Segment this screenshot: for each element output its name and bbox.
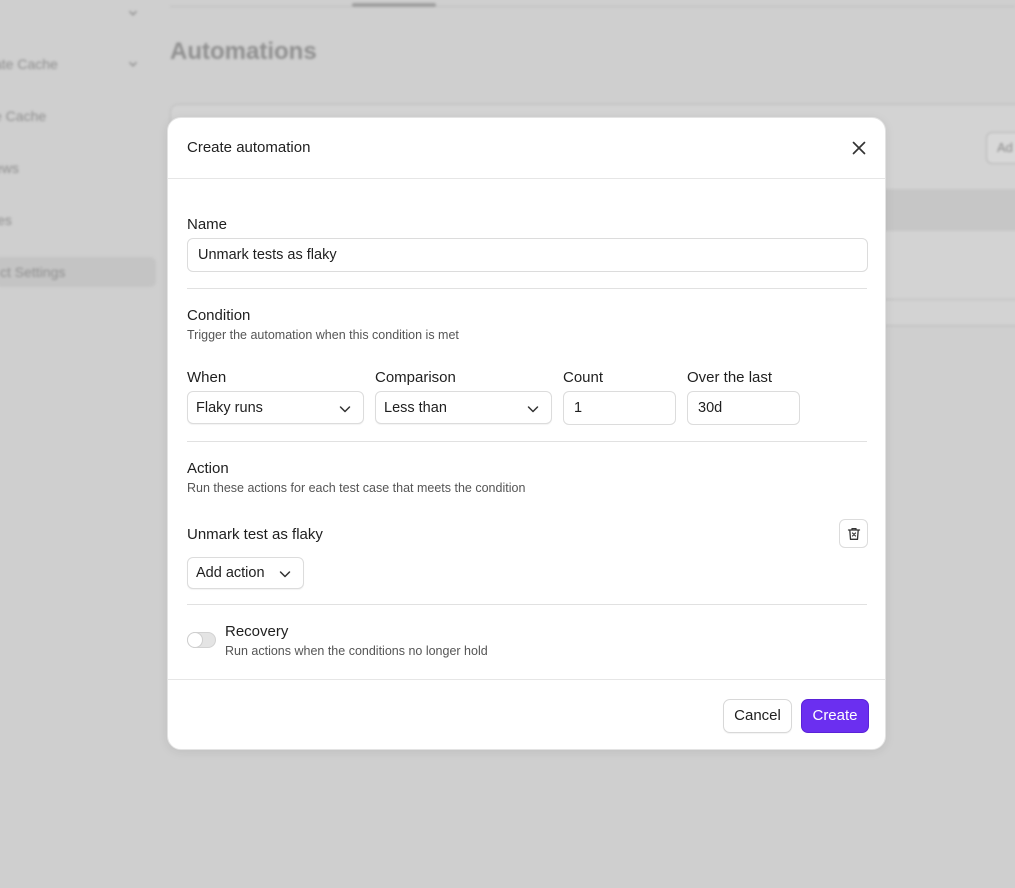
recovery-toggle[interactable] bbox=[187, 632, 216, 648]
dialog-title: Create automation bbox=[187, 139, 311, 156]
name-input[interactable] bbox=[187, 238, 868, 272]
action-description: Run these actions for each test case tha… bbox=[187, 481, 526, 495]
over-the-last-input[interactable] bbox=[687, 391, 800, 425]
sidebar-item-previews[interactable]: ews bbox=[0, 153, 19, 183]
divider bbox=[187, 288, 867, 289]
add-action-label: Add action bbox=[196, 565, 265, 581]
delete-action-button[interactable] bbox=[839, 519, 868, 548]
chevron-down-icon bbox=[277, 566, 293, 582]
divider bbox=[170, 6, 1015, 7]
name-label: Name bbox=[187, 216, 228, 233]
comparison-select[interactable]: Less than bbox=[375, 391, 552, 424]
condition-heading: Condition bbox=[187, 307, 251, 324]
active-tab-indicator bbox=[352, 3, 436, 7]
add-action-dropdown[interactable]: Add action bbox=[187, 557, 304, 589]
chevron-down-icon bbox=[525, 401, 541, 417]
action-item-label: Unmark test as flaky bbox=[187, 526, 323, 543]
cancel-button[interactable]: Cancel bbox=[723, 699, 792, 733]
condition-description: Trigger the automation when this conditi… bbox=[187, 328, 459, 342]
create-button[interactable]: Create bbox=[801, 699, 869, 733]
dialog-header: Create automation bbox=[168, 118, 885, 179]
chevron-down-icon bbox=[337, 401, 353, 417]
chevron-down-icon bbox=[126, 57, 140, 71]
sidebar-item-cache-2[interactable]: e Cache bbox=[0, 101, 46, 131]
when-select-value: Flaky runs bbox=[196, 400, 263, 416]
sidebar-item-settings[interactable]: ct Settings bbox=[0, 257, 156, 287]
action-heading: Action bbox=[187, 460, 229, 477]
over-the-last-label: Over the last bbox=[687, 369, 773, 386]
comparison-label: Comparison bbox=[375, 369, 456, 386]
sidebar-item-bundles[interactable]: les bbox=[0, 205, 12, 235]
recovery-label: Recovery bbox=[225, 623, 289, 640]
add-automation-button[interactable]: Ad bbox=[986, 132, 1015, 164]
recovery-description: Run actions when the conditions no longe… bbox=[225, 644, 488, 658]
divider bbox=[187, 604, 867, 605]
when-label: When bbox=[187, 369, 227, 386]
count-label: Count bbox=[563, 369, 604, 386]
toggle-knob bbox=[188, 633, 202, 647]
count-input[interactable] bbox=[563, 391, 676, 425]
trash-icon bbox=[847, 527, 861, 540]
sidebar: ate Cache e Cache ews les ct Settings bbox=[0, 0, 160, 888]
create-automation-dialog: Create automation Name Condition Trigger… bbox=[167, 117, 886, 750]
dialog-footer-divider bbox=[168, 679, 885, 680]
page-title: Automations bbox=[170, 38, 317, 65]
close-icon[interactable] bbox=[849, 138, 869, 158]
comparison-select-value: Less than bbox=[384, 400, 447, 416]
divider bbox=[187, 441, 867, 442]
when-select[interactable]: Flaky runs bbox=[187, 391, 364, 424]
chevron-down-icon bbox=[126, 6, 140, 20]
sidebar-item-cache[interactable]: ate Cache bbox=[0, 49, 58, 79]
